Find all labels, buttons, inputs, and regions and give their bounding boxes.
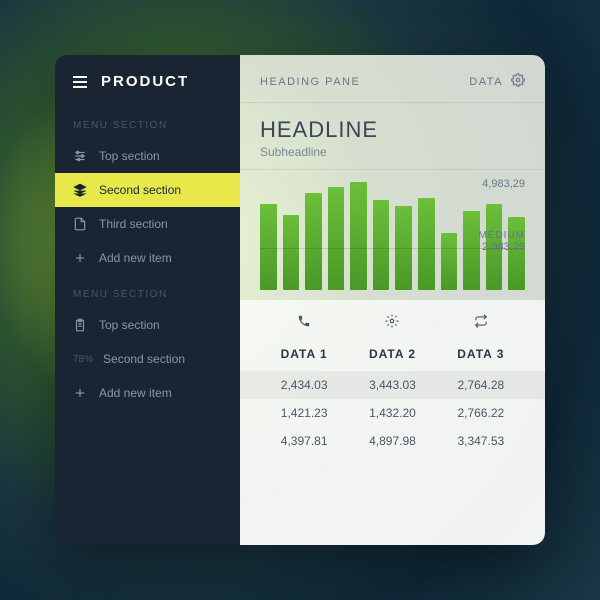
topbar-data-label: DATA	[469, 76, 503, 88]
bar-chart: 4,983,29 MEDIUM2,983,29	[240, 170, 545, 300]
sidebar-item-label: Add new item	[99, 251, 172, 265]
sidebar-item-add-new-2[interactable]: Add new item	[55, 376, 240, 410]
topbar-title: HEADING PANE	[260, 76, 360, 88]
table-cell: 1,421.23	[260, 406, 348, 420]
sidebar-item-second-section-2[interactable]: 78% Second section	[55, 342, 240, 376]
sidebar-item-label: Top section	[99, 318, 160, 332]
sliders-icon	[73, 149, 87, 163]
table-row: 4,397.814,897.983,347.53	[240, 427, 545, 455]
table-row: 1,421.231,432.202,766.22	[240, 399, 545, 427]
chart-bar	[508, 217, 525, 290]
headline: HEADLINE	[260, 117, 525, 143]
gear-icon[interactable]	[511, 73, 525, 90]
app-window: PRODUCT MENU SECTION Top section Second …	[55, 55, 545, 545]
col-header: DATA 1	[260, 347, 348, 361]
sidebar-item-second-section[interactable]: Second section	[55, 173, 240, 207]
menu-icon[interactable]	[73, 76, 87, 88]
sidebar-item-label: Second section	[99, 183, 181, 197]
chart-bar	[418, 198, 435, 290]
phone-icon	[260, 314, 348, 333]
chart-bar	[463, 211, 480, 290]
chart-bar	[373, 200, 390, 290]
brand-title: PRODUCT	[101, 73, 189, 90]
content-pane: HEADING PANE DATA HEADLINE Subheadline 4…	[240, 55, 545, 545]
table-cell: 3,443.03	[348, 378, 436, 392]
layers-icon	[73, 183, 87, 197]
col-header: DATA 2	[348, 347, 436, 361]
sidebar-item-label: Second section	[103, 352, 185, 366]
clipboard-icon	[73, 318, 87, 332]
chart-bar	[328, 187, 345, 290]
sidebar-item-top-section[interactable]: Top section	[55, 139, 240, 173]
sidebar-item-third-section[interactable]: Third section	[55, 207, 240, 241]
sidebar-item-top-section-2[interactable]: Top section	[55, 308, 240, 342]
plus-icon	[73, 251, 87, 265]
chart-bar	[305, 193, 322, 290]
table-header-row: DATA 1 DATA 2 DATA 3	[240, 343, 545, 371]
table-row: 2,434.033,443.032,764.28	[240, 371, 545, 399]
chart-top-label: 4,983,29	[482, 178, 525, 190]
table-cell: 4,897.98	[348, 434, 436, 448]
chart-mid-label: MEDIUM2,983,29	[478, 230, 525, 253]
headline-block: HEADLINE Subheadline	[240, 103, 545, 170]
topbar: HEADING PANE DATA	[240, 55, 545, 103]
sidebar-item-label: Third section	[99, 217, 168, 231]
menu-section-title-1: MENU SECTION	[55, 106, 240, 139]
document-icon	[73, 217, 87, 231]
table-cell: 4,397.81	[260, 434, 348, 448]
plus-icon	[73, 386, 87, 400]
menu-section-title-2: MENU SECTION	[55, 275, 240, 308]
sidebar-item-label: Add new item	[99, 386, 172, 400]
chart-bar	[283, 215, 300, 290]
subheadline: Subheadline	[260, 145, 525, 159]
chart-bar	[441, 233, 458, 290]
table-cell: 2,434.03	[260, 378, 348, 392]
sidebar-item-add-new[interactable]: Add new item	[55, 241, 240, 275]
refresh-icon	[437, 314, 525, 333]
col-header: DATA 3	[437, 347, 525, 361]
table-cell: 2,766.22	[437, 406, 525, 420]
sidebar: PRODUCT MENU SECTION Top section Second …	[55, 55, 240, 545]
sidebar-item-label: Top section	[99, 149, 160, 163]
table-cell: 2,764.28	[437, 378, 525, 392]
data-table: DATA 1 DATA 2 DATA 3 2,434.033,443.032,7…	[240, 300, 545, 545]
table-cell: 1,432.20	[348, 406, 436, 420]
brand-bar: PRODUCT	[55, 55, 240, 106]
topbar-right: DATA	[469, 73, 525, 90]
percent-badge: 78%	[73, 354, 93, 365]
gear-icon	[348, 314, 436, 333]
table-icon-row	[240, 314, 545, 343]
table-cell: 3,347.53	[437, 434, 525, 448]
chart-reference-line	[260, 248, 525, 249]
chart-bar	[350, 182, 367, 290]
